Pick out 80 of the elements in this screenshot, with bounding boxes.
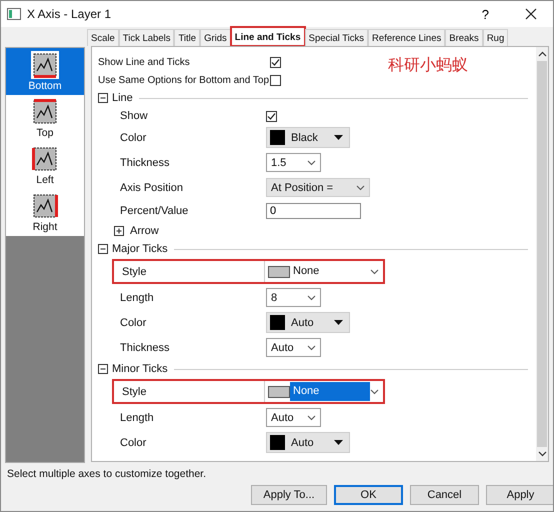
status-text: Select multiple axes to customize together. [6, 467, 208, 482]
dropdown[interactable]: At Position = [266, 178, 370, 197]
chevron-icon [307, 294, 316, 300]
field-label: Length [120, 412, 155, 424]
field-label: Color [120, 132, 148, 144]
checkbox[interactable] [270, 74, 281, 86]
style-value: None [290, 382, 370, 401]
window-title: X Axis - Layer 1 [27, 7, 112, 21]
dialog-button[interactable]: Cancel [410, 485, 479, 505]
field-label: Color [120, 316, 148, 328]
line-swatch-icon [268, 266, 290, 278]
axis-graph-icon [31, 145, 59, 173]
field-label: Show [120, 110, 149, 122]
field-label: Percent/Value [120, 205, 190, 217]
axis-item[interactable]: Top [6, 95, 84, 142]
color-dropdown[interactable]: Auto [266, 432, 350, 453]
expander-label: Arrow [130, 225, 159, 237]
tab[interactable]: Breaks [445, 29, 483, 46]
collapse-icon[interactable] [98, 244, 108, 254]
axis-graph-icon [31, 98, 59, 126]
axis-item[interactable]: Left [6, 142, 84, 189]
chevron-icon [356, 184, 365, 190]
tab[interactable]: Grids [200, 29, 231, 46]
line-swatch-icon [268, 386, 290, 398]
checkbox[interactable] [270, 56, 281, 68]
group-title: Minor Ticks [112, 363, 168, 375]
caret-icon [334, 320, 343, 325]
dropdown[interactable]: Auto [266, 408, 321, 427]
option-label: Use Same Options for Bottom and Top [98, 74, 270, 86]
style-dropdown[interactable]: None [264, 381, 383, 402]
chevron-icon [307, 160, 316, 166]
checkbox[interactable] [266, 110, 277, 122]
chevron-icon [307, 414, 316, 420]
color-dropdown[interactable]: Black [266, 127, 350, 148]
dropdown[interactable]: 1.5 [266, 153, 321, 172]
collapse-icon[interactable] [98, 93, 108, 103]
tab[interactable]: Rug [482, 29, 508, 46]
caret-icon [334, 440, 343, 445]
field-label: Thickness [120, 156, 171, 168]
dialog-button[interactable]: Apply [486, 485, 553, 505]
dialog-button[interactable]: Apply To... [251, 485, 327, 505]
group-title: Major Ticks [112, 243, 168, 255]
scroll-down-icon[interactable] [538, 451, 546, 457]
field-label: Style [122, 386, 148, 398]
tab[interactable]: Reference Lines [368, 29, 446, 46]
tab[interactable]: Title [174, 29, 200, 46]
tab[interactable]: Scale [87, 29, 119, 46]
color-dropdown[interactable]: Auto [266, 312, 350, 333]
tab[interactable]: Special Ticks [304, 29, 368, 46]
annotation-text: 科研小蚂蚁 [388, 55, 468, 76]
axis-graph-icon [31, 192, 59, 220]
window-icon [7, 8, 21, 20]
axis-graph-icon [31, 51, 59, 79]
chevron-icon [370, 388, 379, 394]
collapse-icon[interactable] [98, 364, 108, 374]
dropdown[interactable]: Auto [266, 338, 321, 357]
dropdown[interactable]: 8 [266, 288, 321, 307]
help-button[interactable]: ? [482, 6, 489, 22]
style-value: None [292, 264, 320, 279]
scrollbar[interactable] [536, 47, 548, 461]
input-field[interactable]: 0 [266, 203, 361, 219]
axis-item[interactable]: Bottom [6, 48, 84, 95]
expand-icon[interactable] [114, 226, 124, 236]
field-label: Length [120, 292, 155, 304]
group-title: Line [112, 92, 133, 104]
chevron-icon [307, 344, 316, 350]
scroll-up-icon[interactable] [538, 51, 546, 57]
close-icon[interactable] [525, 8, 537, 20]
field-label: Axis Position [120, 182, 184, 194]
field-label: Style [122, 266, 148, 278]
axis-item[interactable]: Right [6, 189, 84, 236]
style-dropdown[interactable]: None [264, 261, 383, 282]
option-label: Show Line and Ticks [98, 56, 191, 68]
chevron-icon [370, 268, 379, 274]
tab[interactable]: Tick Labels [118, 29, 174, 46]
dialog-button[interactable]: OK [334, 485, 403, 505]
field-label: Color [120, 436, 148, 448]
tab[interactable]: Line and Ticks [230, 27, 305, 46]
field-label: Thickness [120, 342, 171, 354]
caret-icon [334, 135, 343, 140]
